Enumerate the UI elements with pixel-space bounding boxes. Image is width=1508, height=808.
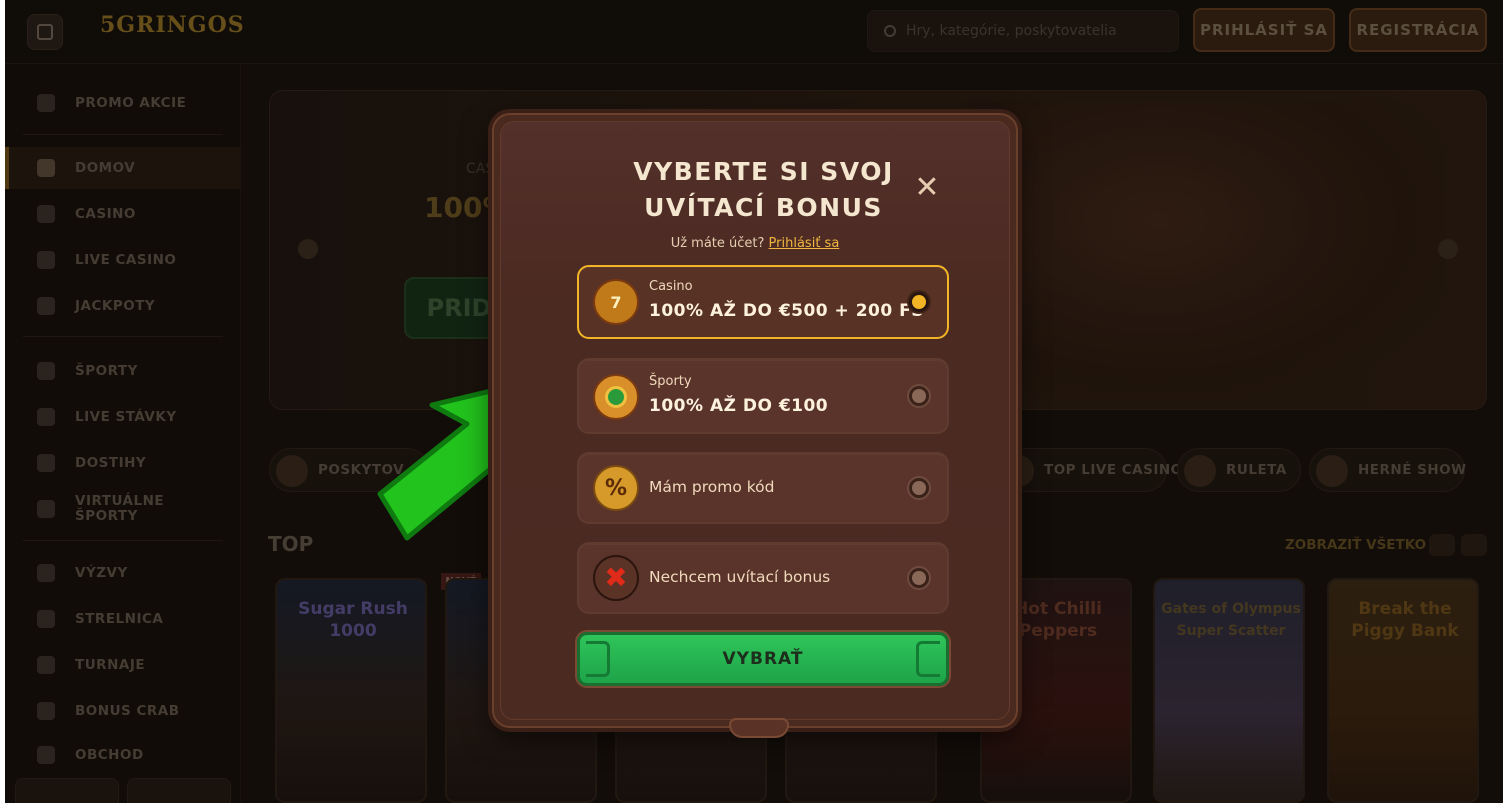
modal-title-line2: UVÍTACÍ BONUS (644, 193, 883, 222)
login-prompt: Už máte účet? Prihlásiť sa (501, 236, 1009, 251)
modal-panel: VYBERTE SI SVOJ UVÍTACÍ BONUS ✕ Už máte … (500, 121, 1010, 738)
modal-title-line1: VYBERTE SI SVOJ (633, 157, 894, 186)
bonus-option-sports[interactable]: Športy 100% AŽ DO €100 (577, 358, 949, 434)
soccer-ball-icon (593, 374, 639, 420)
slot-reel-icon: 7 (593, 279, 639, 325)
app-frame: 5GRINGOS Hry, kategórie, poskytovatelia … (5, 0, 1503, 803)
bonus-option-casino[interactable]: 7 Casino 100% AŽ DO €500 + 200 FS (577, 265, 949, 339)
bonus-option-promo-code[interactable]: % Mám promo kód (577, 452, 949, 524)
option-radio[interactable] (907, 566, 931, 590)
option-category: Casino (649, 279, 693, 294)
bonus-option-no-bonus[interactable]: ✖ Nechcem uvítací bonus (577, 542, 949, 614)
option-label: Mám promo kód (649, 478, 775, 496)
red-x-icon: ✖ (593, 555, 639, 601)
percent-icon: % (593, 465, 639, 511)
option-radio[interactable] (907, 384, 931, 408)
choose-button-label: VYBRAŤ (722, 649, 804, 669)
option-offer: 100% AŽ DO €100 (649, 396, 829, 416)
choose-bonus-button[interactable]: VYBRAŤ (577, 632, 949, 686)
option-radio[interactable] (907, 476, 931, 500)
modal-ornament (729, 718, 789, 738)
option-label: Nechcem uvítací bonus (649, 568, 831, 586)
login-link[interactable]: Prihlásiť sa (769, 236, 840, 251)
have-account-text: Už máte účet? (670, 236, 765, 251)
option-offer: 100% AŽ DO €500 + 200 FS (649, 301, 924, 321)
option-radio[interactable] (907, 290, 931, 314)
welcome-bonus-modal: VYBERTE SI SVOJ UVÍTACÍ BONUS ✕ Už máte … (492, 113, 1018, 738)
close-icon[interactable]: ✕ (913, 173, 941, 203)
modal-title: VYBERTE SI SVOJ UVÍTACÍ BONUS (571, 154, 956, 226)
button-ornament-right (916, 641, 940, 677)
option-category: Športy (649, 374, 692, 389)
button-ornament-left (586, 641, 610, 677)
